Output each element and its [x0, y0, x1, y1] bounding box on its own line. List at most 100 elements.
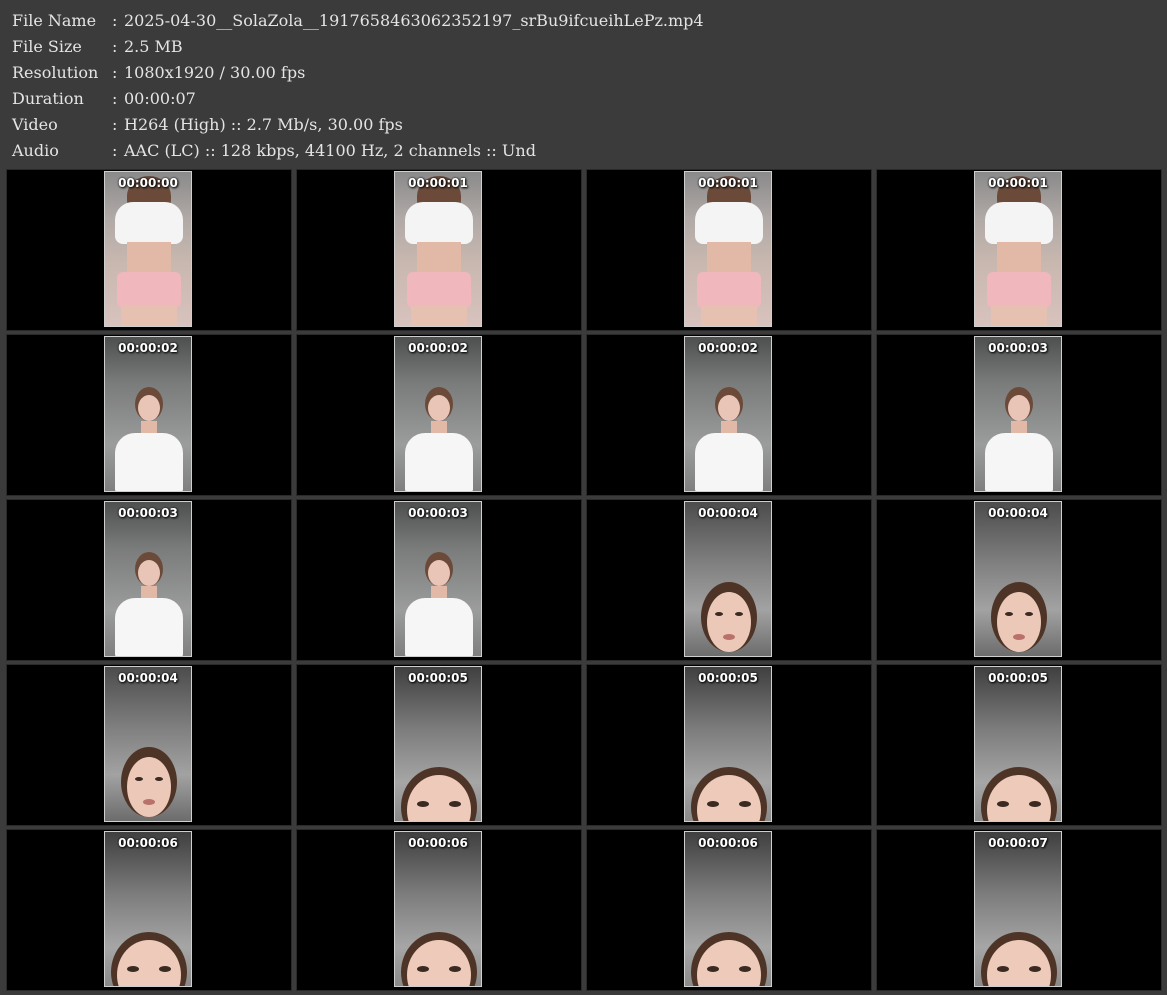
frame-image [975, 502, 1061, 656]
info-separator: : [112, 89, 118, 108]
frame-image [685, 667, 771, 821]
thumbnail-cell: 00:00:06 [296, 829, 582, 991]
thumbnail-cell: 00:00:05 [876, 664, 1162, 826]
video-frame-thumbnail: 00:00:01 [684, 171, 772, 327]
thumbnail-cell: 00:00:06 [6, 829, 292, 991]
info-separator: : [112, 37, 118, 56]
video-frame-thumbnail: 00:00:04 [684, 501, 772, 657]
thumbnail-cell: 00:00:02 [296, 334, 582, 496]
info-row-video: Video : H264 (High) :: 2.7 Mb/s, 30.00 f… [12, 112, 704, 138]
thumbnail-cell: 00:00:05 [296, 664, 582, 826]
thumbnail-cell: 00:00:04 [6, 664, 292, 826]
info-value: 00:00:07 [124, 89, 196, 108]
video-frame-thumbnail: 00:00:04 [974, 501, 1062, 657]
file-info-panel: File Name : 2025-04-30__SolaZola__191765… [12, 8, 704, 164]
frame-image [685, 172, 771, 326]
frame-image [685, 502, 771, 656]
video-frame-thumbnail: 00:00:01 [394, 171, 482, 327]
info-row-file-name: File Name : 2025-04-30__SolaZola__191765… [12, 8, 704, 34]
frame-image [105, 172, 191, 326]
video-frame-thumbnail: 00:00:00 [104, 171, 192, 327]
timestamp-label: 00:00:04 [118, 671, 178, 685]
info-label: Video [12, 115, 58, 134]
info-label: Audio [12, 141, 59, 160]
timestamp-label: 00:00:03 [118, 506, 178, 520]
thumbnail-cell: 00:00:02 [586, 334, 872, 496]
info-label: Resolution [12, 63, 99, 82]
thumbnail-cell: 00:00:02 [6, 334, 292, 496]
info-value: 2.5 MB [124, 37, 183, 56]
info-separator: : [112, 141, 118, 160]
video-frame-thumbnail: 00:00:07 [974, 831, 1062, 987]
video-frame-thumbnail: 00:00:03 [394, 501, 482, 657]
info-value: 1080x1920 / 30.00 fps [124, 63, 306, 82]
frame-image [105, 667, 191, 821]
frame-image [975, 667, 1061, 821]
thumbnail-cell: 00:00:04 [876, 499, 1162, 661]
frame-image [975, 337, 1061, 491]
frame-image [105, 502, 191, 656]
frame-image [105, 337, 191, 491]
timestamp-label: 00:00:03 [408, 506, 468, 520]
thumbnail-cell: 00:00:07 [876, 829, 1162, 991]
info-separator: : [112, 115, 118, 134]
frame-image [395, 502, 481, 656]
info-separator: : [112, 63, 118, 82]
timestamp-label: 00:00:01 [698, 176, 758, 190]
info-row-duration: Duration : 00:00:07 [12, 86, 704, 112]
video-frame-thumbnail: 00:00:06 [684, 831, 772, 987]
video-frame-thumbnail: 00:00:02 [684, 336, 772, 492]
info-value: H264 (High) :: 2.7 Mb/s, 30.00 fps [124, 115, 403, 134]
frame-image [395, 337, 481, 491]
info-value: 2025-04-30__SolaZola__191765846306235219… [124, 11, 704, 30]
video-frame-thumbnail: 00:00:06 [394, 831, 482, 987]
info-label: File Name [12, 11, 97, 30]
info-label: File Size [12, 37, 82, 56]
thumbnail-cell: 00:00:01 [586, 169, 872, 331]
frame-image [395, 172, 481, 326]
info-row-audio: Audio : AAC (LC) :: 128 kbps, 44100 Hz, … [12, 138, 704, 164]
thumbnail-cell: 00:00:01 [876, 169, 1162, 331]
frame-image [975, 172, 1061, 326]
info-value: AAC (LC) :: 128 kbps, 44100 Hz, 2 channe… [124, 141, 536, 160]
timestamp-label: 00:00:07 [988, 836, 1048, 850]
frame-image [395, 832, 481, 986]
timestamp-label: 00:00:02 [118, 341, 178, 355]
thumbnail-cell: 00:00:05 [586, 664, 872, 826]
timestamp-label: 00:00:06 [698, 836, 758, 850]
thumbnail-grid: 00:00:00 00:00:01 00:00:01 00:00:01 00:00:02… [0, 165, 1167, 995]
thumbnail-cell: 00:00:06 [586, 829, 872, 991]
timestamp-label: 00:00:04 [988, 506, 1048, 520]
thumbnail-cell: 00:00:00 [6, 169, 292, 331]
timestamp-label: 00:00:04 [698, 506, 758, 520]
video-frame-thumbnail: 00:00:06 [104, 831, 192, 987]
frame-image [105, 832, 191, 986]
frame-image [685, 337, 771, 491]
frame-image [395, 667, 481, 821]
timestamp-label: 00:00:06 [118, 836, 178, 850]
timestamp-label: 00:00:02 [698, 341, 758, 355]
video-frame-thumbnail: 00:00:03 [104, 501, 192, 657]
timestamp-label: 00:00:03 [988, 341, 1048, 355]
video-frame-thumbnail: 00:00:05 [684, 666, 772, 822]
video-frame-thumbnail: 00:00:04 [104, 666, 192, 822]
timestamp-label: 00:00:01 [988, 176, 1048, 190]
video-frame-thumbnail: 00:00:02 [394, 336, 482, 492]
video-frame-thumbnail: 00:00:03 [974, 336, 1062, 492]
timestamp-label: 00:00:00 [118, 176, 178, 190]
frame-image [975, 832, 1061, 986]
timestamp-label: 00:00:05 [408, 671, 468, 685]
frame-image [685, 832, 771, 986]
timestamp-label: 00:00:05 [698, 671, 758, 685]
timestamp-label: 00:00:02 [408, 341, 468, 355]
thumbnail-cell: 00:00:03 [876, 334, 1162, 496]
timestamp-label: 00:00:06 [408, 836, 468, 850]
info-row-file-size: File Size : 2.5 MB [12, 34, 704, 60]
thumbnail-cell: 00:00:03 [296, 499, 582, 661]
info-label: Duration [12, 89, 84, 108]
video-frame-thumbnail: 00:00:02 [104, 336, 192, 492]
video-frame-thumbnail: 00:00:01 [974, 171, 1062, 327]
thumbnail-cell: 00:00:03 [6, 499, 292, 661]
video-frame-thumbnail: 00:00:05 [394, 666, 482, 822]
thumbnail-cell: 00:00:01 [296, 169, 582, 331]
